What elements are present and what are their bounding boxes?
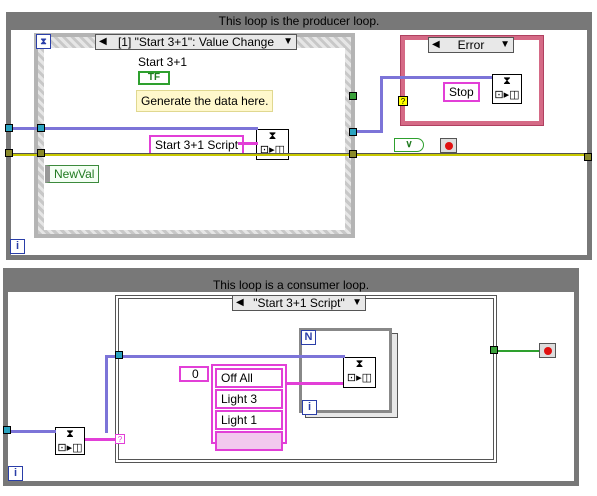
queue-wire-across xyxy=(105,355,345,358)
queue-wire-in xyxy=(10,127,258,130)
stop-terminal-producer[interactable] xyxy=(440,138,457,153)
chevron-down-icon[interactable]: ▼ xyxy=(500,38,510,52)
newval-indicator[interactable]: NewVal xyxy=(45,165,100,183)
case-selector-terminal: ? xyxy=(398,96,408,106)
case-label: "Start 3+1 Script" xyxy=(253,296,345,310)
case-selector[interactable]: ◀ "Start 3+1 Script" ▼ xyxy=(232,295,366,311)
array-item[interactable]: Light 1 xyxy=(215,410,283,430)
chevron-left-icon[interactable]: ◀ xyxy=(236,296,244,310)
dequeue-element-icon[interactable]: ⧗ ⊡▸◫ xyxy=(55,427,85,455)
case-selector-terminal: ? xyxy=(115,434,125,444)
array-constant[interactable]: Off All Light 3 Light 1 xyxy=(211,364,287,451)
error-tunnel-exit xyxy=(584,153,592,161)
green-tunnel-consumer xyxy=(490,346,498,354)
queue-tunnel-left xyxy=(5,124,13,132)
or-gate[interactable]: ∨ xyxy=(394,138,424,152)
consumer-loop-title: This loop is a consumer loop. xyxy=(212,278,370,292)
stop-message-constant[interactable]: Stop xyxy=(443,82,480,102)
queue-wire-link xyxy=(357,130,383,133)
string-wire-msg xyxy=(238,142,258,145)
consumer-iteration-terminal: i xyxy=(8,466,23,481)
queue-tunnel-consumer-left xyxy=(3,426,11,434)
event-case-label: [1] "Start 3+1": Value Change xyxy=(117,35,275,49)
error-tunnel-right xyxy=(349,150,357,158)
queue-wire-vertical xyxy=(380,76,383,132)
for-loop-iteration-terminal: i xyxy=(302,400,317,415)
error-tunnel-event xyxy=(37,149,45,157)
stop-wire xyxy=(497,350,539,352)
for-loop-count-terminal: N xyxy=(301,330,316,345)
error-wire xyxy=(10,153,588,156)
queue-wire-up xyxy=(105,355,108,433)
producer-loop-title: This loop is the producer loop. xyxy=(218,14,380,28)
string-wire-array xyxy=(287,382,343,385)
chevron-down-icon[interactable]: ▼ xyxy=(283,35,293,49)
array-item[interactable]: Off All xyxy=(215,368,283,388)
event-case-selector[interactable]: ◀ [1] "Start 3+1": Value Change ▼ xyxy=(95,34,297,50)
event-timeout-icon: ⧗ xyxy=(36,34,51,49)
enqueue-stop-icon[interactable]: ⧗ ⊡▸◫ xyxy=(492,74,522,104)
queue-tunnel-right xyxy=(349,128,357,136)
array-item-empty[interactable] xyxy=(215,431,283,451)
string-wire-selector xyxy=(85,438,119,441)
chevron-left-icon[interactable]: ◀ xyxy=(99,35,107,49)
producer-iteration-terminal: i xyxy=(10,239,25,254)
comment-label: Generate the data here. xyxy=(136,90,274,112)
queue-wire-case xyxy=(380,76,492,79)
chevron-down-icon[interactable]: ▼ xyxy=(352,296,362,310)
array-item[interactable]: Light 3 xyxy=(215,389,283,409)
index-constant[interactable]: 0 xyxy=(179,366,209,382)
error-case-label: Error xyxy=(457,38,485,52)
boolean-terminal[interactable]: TF xyxy=(138,71,170,85)
error-tunnel-left xyxy=(5,149,13,157)
queue-tunnel-case xyxy=(115,351,123,359)
chevron-left-icon[interactable]: ◀ xyxy=(432,38,440,52)
green-tunnel xyxy=(349,92,357,100)
index-value: 0 xyxy=(192,367,199,381)
stop-terminal-consumer[interactable] xyxy=(539,343,556,358)
enqueue-message-constant[interactable]: Start 3+1 Script xyxy=(149,135,245,155)
queue-tunnel-event xyxy=(37,124,45,132)
enqueue-element-icon[interactable]: ⧗ ⊡▸◫ xyxy=(343,357,376,388)
error-case-selector[interactable]: ◀ Error ▼ xyxy=(428,37,514,53)
queue-wire-consumer xyxy=(10,430,56,433)
button-label: Start 3+1 xyxy=(138,55,188,69)
